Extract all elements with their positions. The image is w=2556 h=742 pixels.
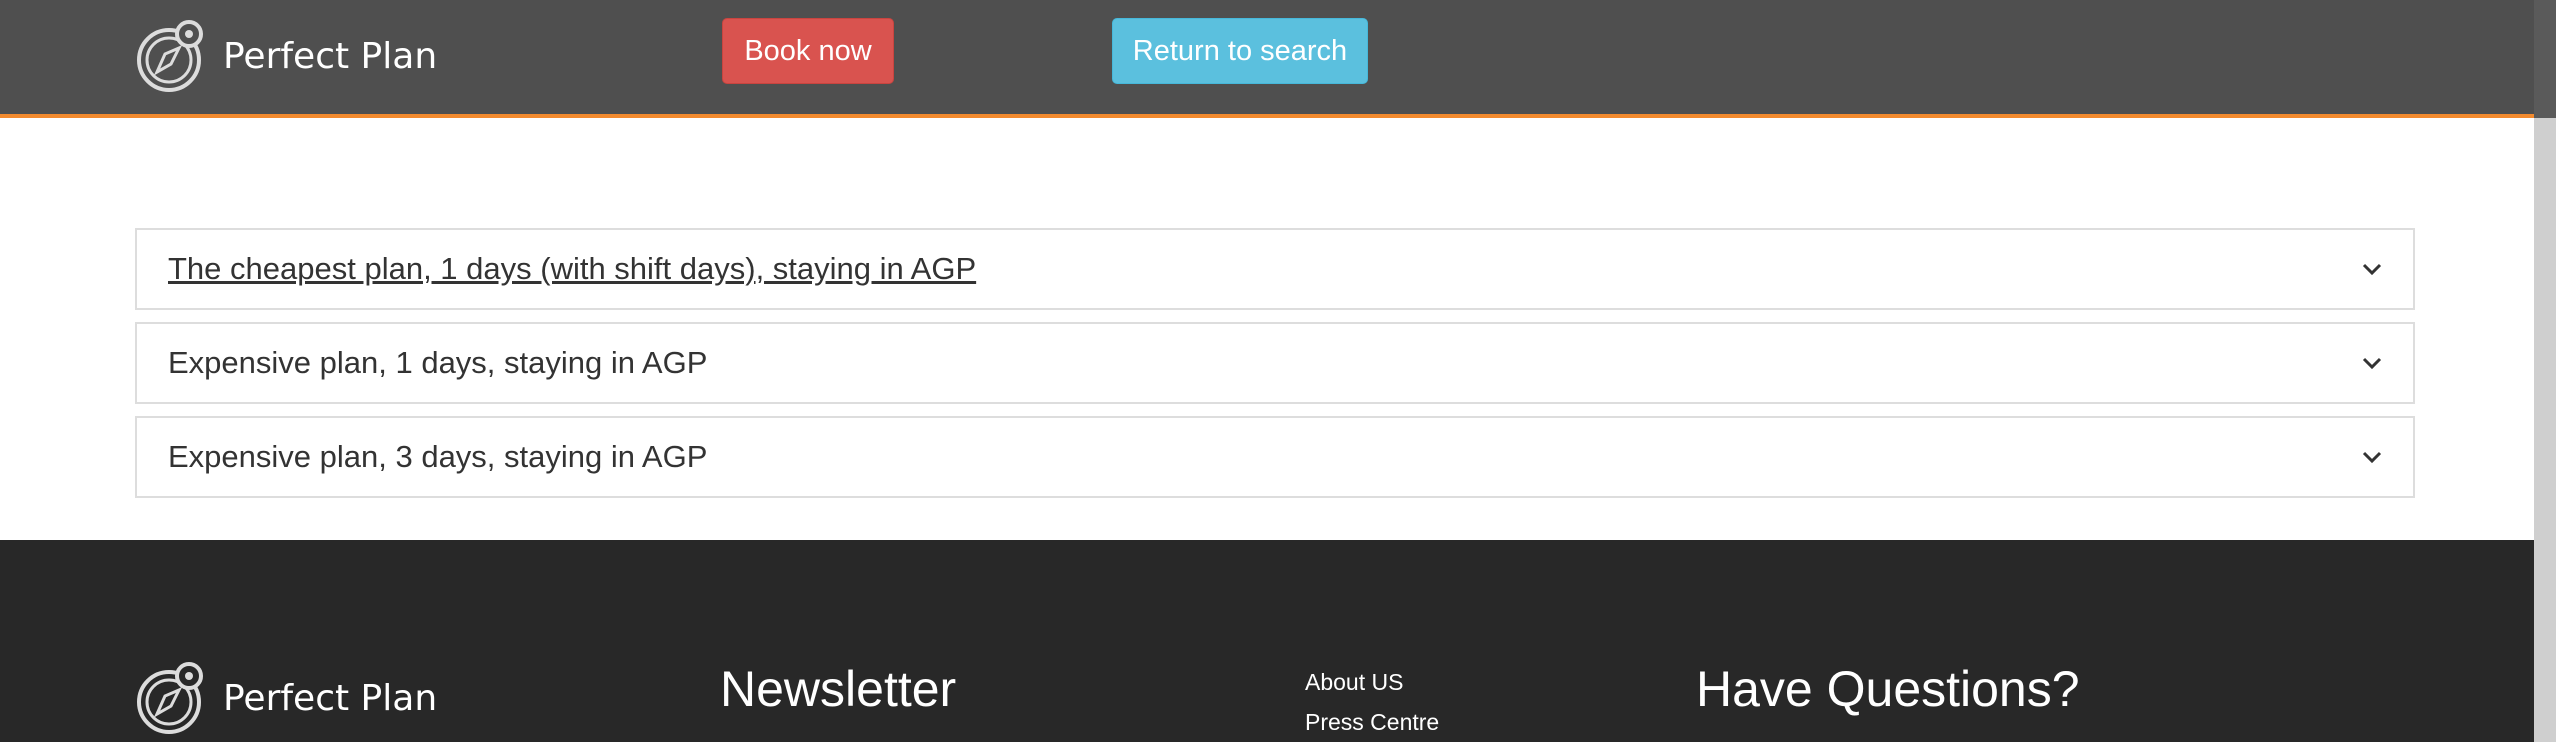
plan-accordion-item[interactable]: Expensive plan, 1 days, staying in AGP — [135, 322, 2415, 404]
page-scrollbar[interactable] — [2534, 0, 2556, 742]
footer-link-press-centre[interactable]: Press Centre — [1305, 702, 1439, 742]
footer-links: About US Press Centre — [1305, 662, 1439, 742]
plan-accordion-item[interactable]: Expensive plan, 3 days, staying in AGP — [135, 416, 2415, 498]
plan-title[interactable]: Expensive plan, 1 days, staying in AGP — [168, 345, 707, 381]
footer-link-about-us[interactable]: About US — [1305, 662, 1439, 702]
book-now-button[interactable]: Book now — [722, 18, 894, 84]
header-brand-logo[interactable]: Perfect Plan — [135, 18, 437, 94]
brand-name: Perfect Plan — [223, 35, 438, 77]
chevron-down-icon[interactable] — [2361, 450, 2383, 464]
footer-brand-logo[interactable]: Perfect Plan — [135, 660, 437, 736]
scrollbar-thumb[interactable] — [2534, 0, 2556, 118]
chevron-down-icon[interactable] — [2361, 262, 2383, 276]
compass-logo-icon — [137, 662, 203, 734]
site-footer: Perfect Plan Newsletter About US Press C… — [0, 540, 2534, 742]
plan-title[interactable]: The cheapest plan, 1 days (with shift da… — [168, 251, 976, 287]
site-header: Perfect Plan Book now Return to search — [0, 0, 2534, 118]
brand-name: Perfect Plan — [223, 677, 438, 719]
newsletter-heading: Newsletter — [720, 661, 957, 717]
plan-title[interactable]: Expensive plan, 3 days, staying in AGP — [168, 439, 707, 475]
chevron-down-icon[interactable] — [2361, 356, 2383, 370]
plan-list: The cheapest plan, 1 days (with shift da… — [135, 228, 2415, 510]
compass-logo-icon — [137, 20, 203, 92]
return-to-search-button[interactable]: Return to search — [1112, 18, 1368, 84]
have-questions-heading: Have Questions? — [1696, 661, 2080, 717]
plan-accordion-item[interactable]: The cheapest plan, 1 days (with shift da… — [135, 228, 2415, 310]
